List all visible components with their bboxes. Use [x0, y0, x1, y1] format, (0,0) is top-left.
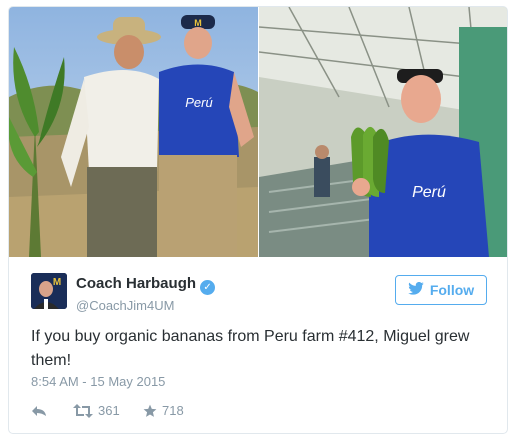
- twitter-bird-icon: [408, 281, 424, 298]
- tweet-header: M Coach Harbaugh ✓ @CoachJim4UM Follow: [31, 273, 487, 315]
- author-handle[interactable]: @CoachJim4UM: [76, 298, 215, 313]
- photo-man-holding-bananas[interactable]: Perú: [259, 7, 507, 257]
- verified-badge-icon: ✓: [200, 280, 216, 295]
- tweet-timestamp[interactable]: 8:54 AM - 15 May 2015: [31, 374, 165, 389]
- like-button[interactable]: 718: [143, 403, 184, 418]
- svg-text:M: M: [194, 18, 202, 28]
- tweet-actions: 361 718: [31, 403, 184, 418]
- reply-button[interactable]: [31, 404, 73, 418]
- tweet-text: If you buy organic bananas from Peru far…: [31, 328, 470, 369]
- photo-two-men-banana-farm[interactable]: M Perú: [9, 7, 258, 257]
- svg-text:Perú: Perú: [185, 95, 212, 110]
- like-star-icon: [143, 404, 157, 418]
- avatar[interactable]: M: [31, 273, 67, 309]
- svg-text:M: M: [53, 277, 61, 288]
- tweet-card: M Perú Perú M Coach Harbaugh ✓ @CoachJim…: [8, 6, 508, 434]
- follow-button-label: Follow: [429, 282, 475, 298]
- follow-button[interactable]: Follow: [395, 275, 487, 305]
- retweet-icon: [73, 403, 93, 418]
- like-count: 718: [162, 403, 184, 418]
- author-names: Coach Harbaugh ✓ @CoachJim4UM: [76, 275, 216, 313]
- svg-text:Perú: Perú: [412, 184, 446, 201]
- retweet-button[interactable]: 361: [73, 403, 143, 418]
- reply-icon: [31, 404, 47, 418]
- author-display-name[interactable]: Coach Harbaugh: [76, 275, 196, 292]
- tweet-media[interactable]: M Perú Perú: [9, 7, 507, 257]
- retweet-count: 361: [98, 403, 120, 418]
